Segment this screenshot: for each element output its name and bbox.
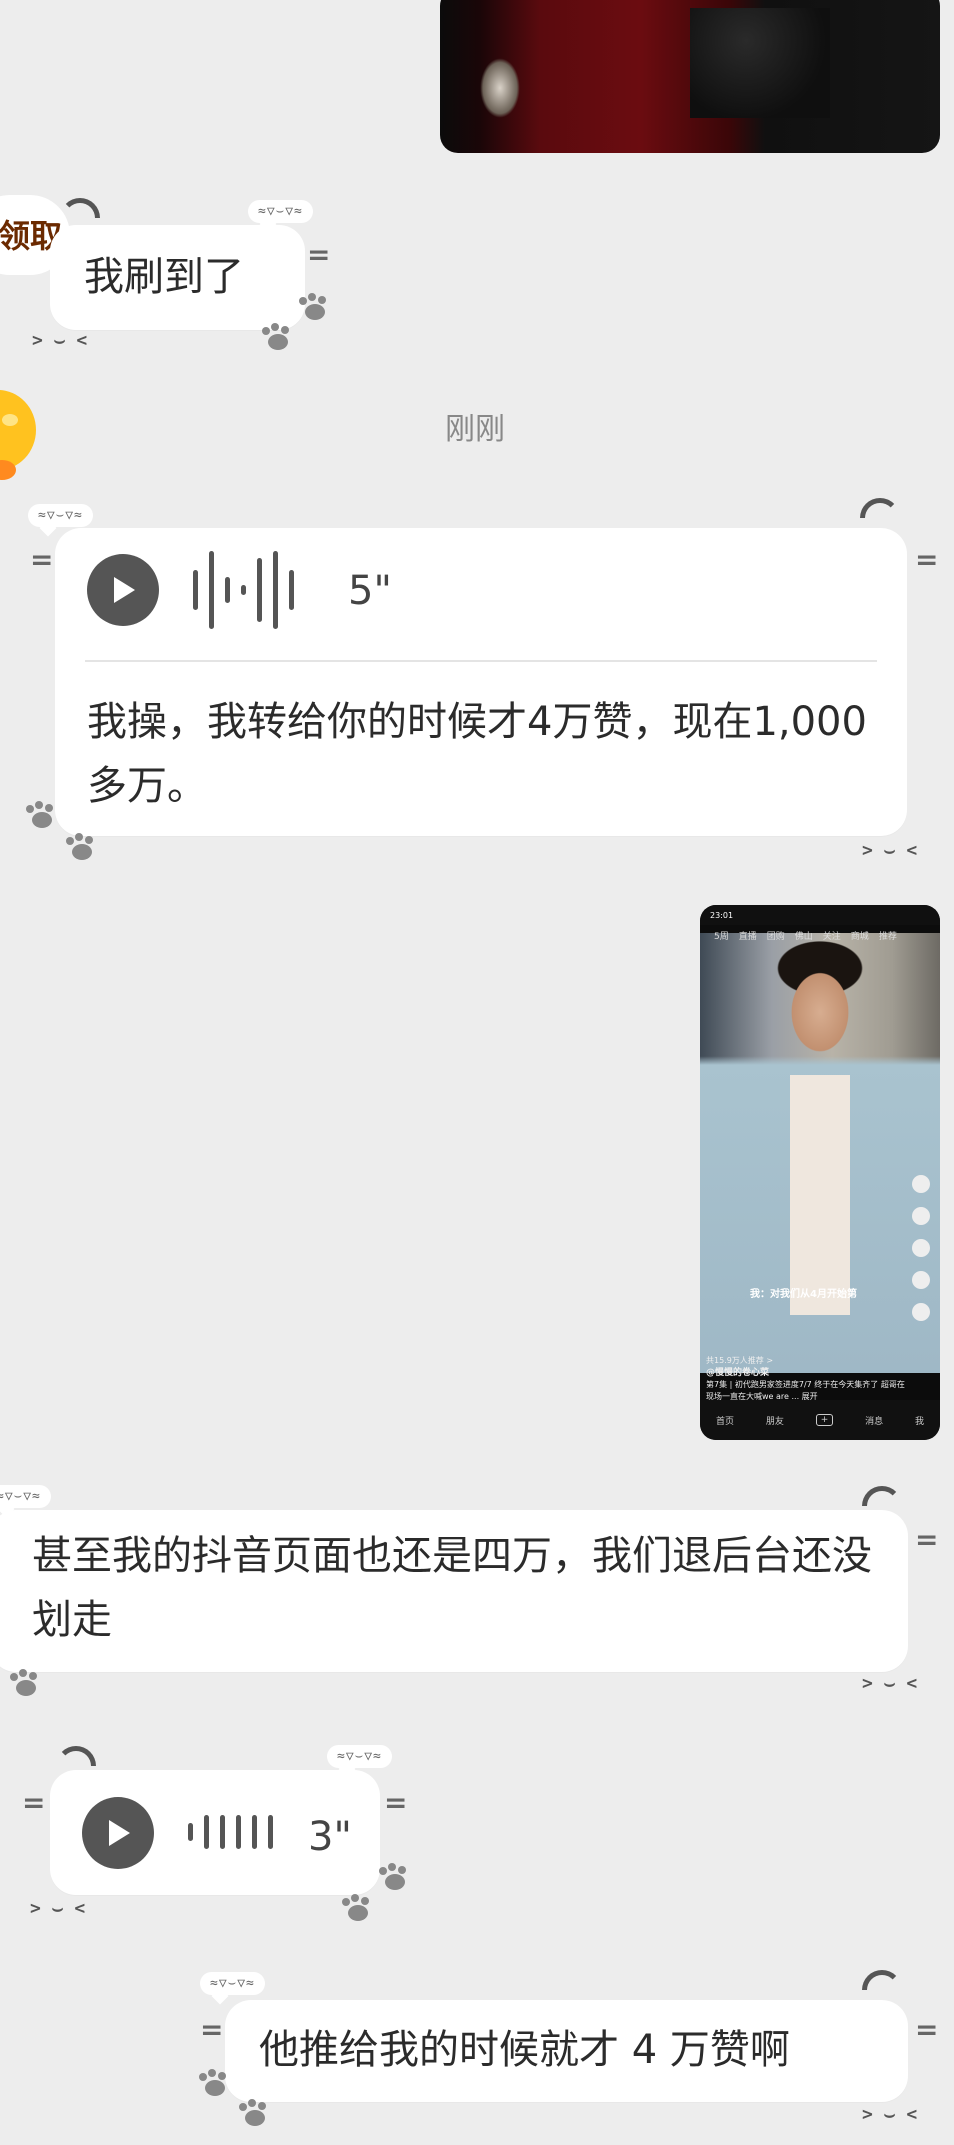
face-badge: ≈▽⌣▽≈ [327,1745,392,1768]
phone-tab: 佛山 [794,932,813,942]
whisker-icon: = [30,543,54,576]
mouth-deco: > ⌣ < [862,2104,918,2125]
phone-tab: 推荐 [878,932,897,942]
waveform-icon [193,550,294,630]
ear-arc-icon [60,198,100,218]
divider [85,660,877,662]
face-badge: ≈▽⌣▽≈ [248,200,313,223]
comment-icon [912,1239,930,1257]
phone-time: 23:01 [710,911,734,920]
message-bubble[interactable]: 他推给我的时候就才 4 万赞啊 [225,2000,908,2102]
phone-nav-item: 消息 [865,1416,884,1427]
play-button[interactable] [87,554,159,626]
phone-nav-item: 我 [915,1416,925,1427]
phone-status-bar: 23:01 [700,905,940,925]
image-message-phone-screenshot[interactable]: 23:01 5周 直播 团购 佛山 关注 商城 推荐 我：对我们从4月开始第 共… [700,905,940,1440]
voice-message-bubble[interactable]: 3" [50,1770,380,1895]
waveform-icon [188,1810,273,1854]
phone-nav-item: 朋友 [765,1416,784,1427]
message-bubble[interactable]: 甚至我的抖音页面也还是四万，我们退后台还没划走 [0,1510,908,1672]
voice-message-bubble[interactable]: 5" 我操，我转给你的时候才4万赞，现在1,000多万。 [55,528,907,836]
phone-recommend-row: 共15.9万人推荐 > [706,1356,774,1365]
play-icon [109,1820,130,1846]
phone-tab: 团购 [766,932,785,942]
star-icon [912,1271,930,1289]
sticker-emoji-icon [0,390,36,480]
paw-icon [342,1894,369,1921]
phone-video-info: 共15.9万人推荐 > @慢慢的卷心菜 第7集 | 初代跑男家签进度7/7 终于… [706,1355,906,1403]
paw-icon [10,1669,37,1696]
phone-action-icons [908,1175,934,1321]
whisker-icon: = [384,1786,408,1819]
phone-nav-item: 首页 [715,1416,734,1427]
paw-icon [379,1863,406,1890]
phone-tab: 5周 [714,932,729,942]
phone-top-tabs: 5周 直播 团购 佛山 关注 商城 推荐 [700,925,940,947]
message-text: 甚至我的抖音页面也还是四万，我们退后台还没划走 [32,1533,872,1643]
phone-tab: 直播 [738,932,757,942]
image-highlight [480,58,520,118]
paw-icon [199,2069,226,2096]
phone-video-caption: 我：对我们从4月开始第 [750,1289,857,1300]
mouth-deco: > ⌣ < [32,330,88,351]
whisker-icon: = [200,2013,224,2046]
paw-icon [239,2099,266,2126]
whisker-icon: = [915,543,939,576]
phone-tab: 关注 [822,932,841,942]
paw-icon [262,323,289,350]
face-badge: ≈▽⌣▽≈ [0,1485,51,1508]
image-dark-region [690,8,830,118]
share-icon [912,1303,930,1321]
whisker-icon: = [22,1786,46,1819]
play-button[interactable] [82,1797,154,1869]
whisker-icon: = [915,2013,939,2046]
whisker-icon: = [307,238,331,271]
paw-icon [26,801,53,828]
mouth-deco: > ⌣ < [30,1898,86,1919]
ear-arc-icon [860,498,900,518]
timestamp: 刚刚 [445,412,505,447]
message-text: 我刷到了 [84,254,244,300]
whisker-icon: = [915,1523,939,1556]
voice-duration: 5" [348,568,392,614]
video-person [790,1075,850,1315]
face-badge: ≈▽⌣▽≈ [28,504,93,527]
paw-icon [299,293,326,320]
voice-transcript[interactable]: 我操，我转给你的时候才4万赞，现在1,000多万。 [87,690,887,818]
mouth-deco: > ⌣ < [862,1673,918,1694]
phone-bottom-nav: 首页 朋友 + 消息 我 [700,1400,940,1440]
heart-icon [912,1207,930,1225]
paw-icon [66,833,93,860]
ear-arc-icon [56,1746,96,1766]
avatar-icon [912,1175,930,1193]
mouth-deco: > ⌣ < [862,840,918,861]
phone-nav-item: + [815,1414,834,1426]
ear-arc-icon [862,1486,902,1506]
message-text: 他推给我的时候就才 4 万赞啊 [259,2027,790,2073]
phone-author: @慢慢的卷心菜 [706,1368,770,1378]
message-bubble[interactable]: 我刷到了 [50,225,305,330]
voice-duration: 3" [308,1814,352,1860]
ear-arc-icon [862,1970,902,1990]
face-badge: ≈▽⌣▽≈ [200,1972,265,1995]
play-icon [114,577,135,603]
phone-tab: 商城 [850,932,869,942]
image-message-top[interactable] [440,0,940,153]
